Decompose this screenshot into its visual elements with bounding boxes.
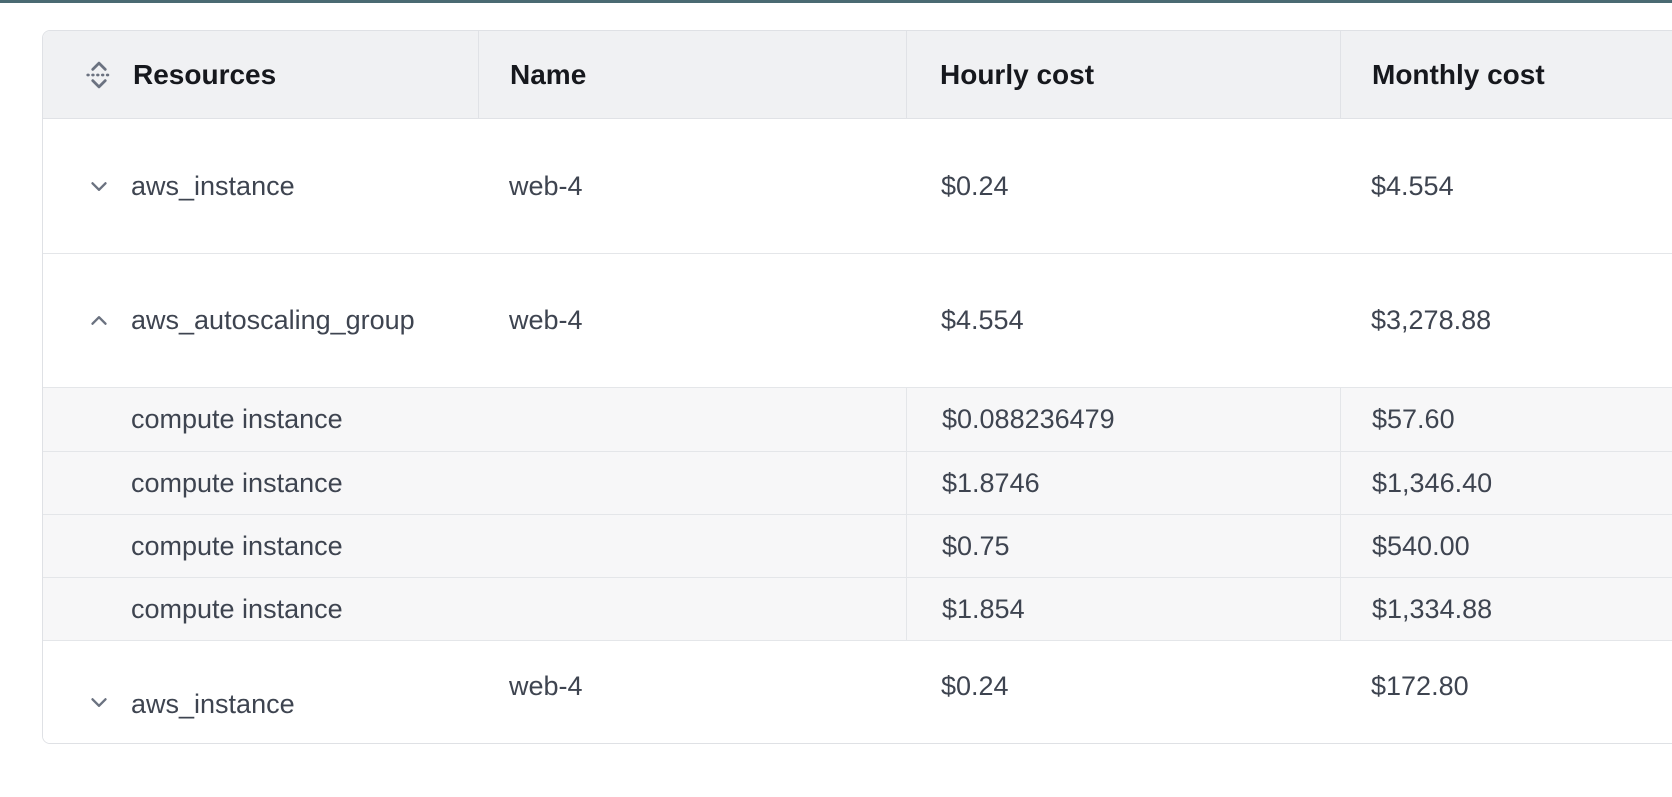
hourly-cost-value: $0.24 [941,171,1009,202]
subitem-label-cell: compute instance [43,452,906,514]
table-subrow-compute-instance: compute instance $0.75 $540.00 [43,514,1672,577]
hourly-cost-cell: $0.24 [906,641,1340,702]
monthly-cost-cell: $4.554 [1340,171,1672,202]
hourly-cost-cell: $4.554 [906,305,1340,336]
name-cell: web-4 [478,171,906,202]
table-header-row: Resources Name Hourly cost Monthly cost [43,31,1672,119]
table-row-aws-instance[interactable]: aws_instance web-4 $0.24 $4.554 [43,119,1672,253]
header-label-hourly-cost: Hourly cost [940,59,1094,91]
expand-row-button[interactable] [86,689,112,715]
hourly-cost-cell: $1.854 [906,578,1340,640]
subitem-label-cell: compute instance [43,578,906,640]
monthly-cost-value: $3,278.88 [1371,305,1491,336]
subitem-label-cell: compute instance [43,388,906,451]
subitem-label: compute instance [131,404,343,435]
table-subrow-compute-instance: compute instance $1.8746 $1,346.40 [43,451,1672,514]
monthly-cost-value: $57.60 [1372,404,1455,435]
name-cell: web-4 [478,641,906,702]
monthly-cost-cell: $1,346.40 [1340,452,1672,514]
hourly-cost-cell: $1.8746 [906,452,1340,514]
column-header-hourly-cost: Hourly cost [906,31,1340,118]
column-header-monthly-cost: Monthly cost [1340,31,1672,118]
monthly-cost-value: $1,334.88 [1372,594,1492,625]
table-subrow-compute-instance: compute instance $1.854 $1,334.88 [43,577,1672,640]
monthly-cost-cell: $1,334.88 [1340,578,1672,640]
chevron-down-icon [86,689,112,715]
hourly-cost-cell: $0.088236479 [906,388,1340,451]
hourly-cost-value: $1.854 [942,594,1025,625]
autoscaling-group-subrows: compute instance $0.088236479 $57.60 com… [43,387,1672,640]
table-row-aws-autoscaling-group[interactable]: aws_autoscaling_group web-4 $4.554 $3,27… [43,253,1672,387]
resource-cell: aws_instance [43,641,478,720]
expand-collapse-all-icon [84,58,114,92]
table-subrow-compute-instance: compute instance $0.088236479 $57.60 [43,388,1672,451]
column-header-resources: Resources [43,31,478,118]
collapse-row-button[interactable] [86,308,112,334]
hourly-cost-value: $0.24 [941,671,1009,702]
expand-collapse-all-button[interactable] [83,57,115,93]
resource-type: aws_autoscaling_group [131,305,415,336]
resource-name: web-4 [509,171,583,202]
hourly-cost-value: $0.088236479 [942,404,1115,435]
monthly-cost-value: $1,346.40 [1372,468,1492,499]
hourly-cost-value: $0.75 [942,531,1010,562]
resource-name: web-4 [509,305,583,336]
chevron-up-icon [86,308,112,334]
hourly-cost-value: $1.8746 [942,468,1040,499]
column-header-name: Name [478,31,906,118]
monthly-cost-value: $540.00 [1372,531,1470,562]
resource-type: aws_instance [131,171,295,202]
name-cell: web-4 [478,305,906,336]
monthly-cost-cell: $3,278.88 [1340,305,1672,336]
cost-breakdown-table: Resources Name Hourly cost Monthly cost … [42,30,1672,744]
chevron-down-icon [86,173,112,199]
resource-type: aws_instance [131,689,295,720]
resource-name: web-4 [509,671,583,702]
top-accent-bar [0,0,1672,3]
monthly-cost-cell: $57.60 [1340,388,1672,451]
hourly-cost-value: $4.554 [941,305,1024,336]
expand-row-button[interactable] [86,173,112,199]
monthly-cost-value: $172.80 [1371,671,1469,702]
resource-cell: aws_instance [43,171,478,202]
monthly-cost-cell: $172.80 [1340,641,1672,702]
monthly-cost-value: $4.554 [1371,171,1454,202]
header-label-resources: Resources [133,59,276,91]
header-label-monthly-cost: Monthly cost [1372,59,1545,91]
monthly-cost-cell: $540.00 [1340,515,1672,577]
hourly-cost-cell: $0.24 [906,171,1340,202]
subitem-label: compute instance [131,531,343,562]
hourly-cost-cell: $0.75 [906,515,1340,577]
subitem-label: compute instance [131,468,343,499]
header-label-name: Name [510,59,586,91]
subitem-label: compute instance [131,594,343,625]
subitem-label-cell: compute instance [43,515,906,577]
resource-cell: aws_autoscaling_group [43,305,478,336]
table-row-aws-instance[interactable]: aws_instance web-4 $0.24 $172.80 [43,640,1672,743]
